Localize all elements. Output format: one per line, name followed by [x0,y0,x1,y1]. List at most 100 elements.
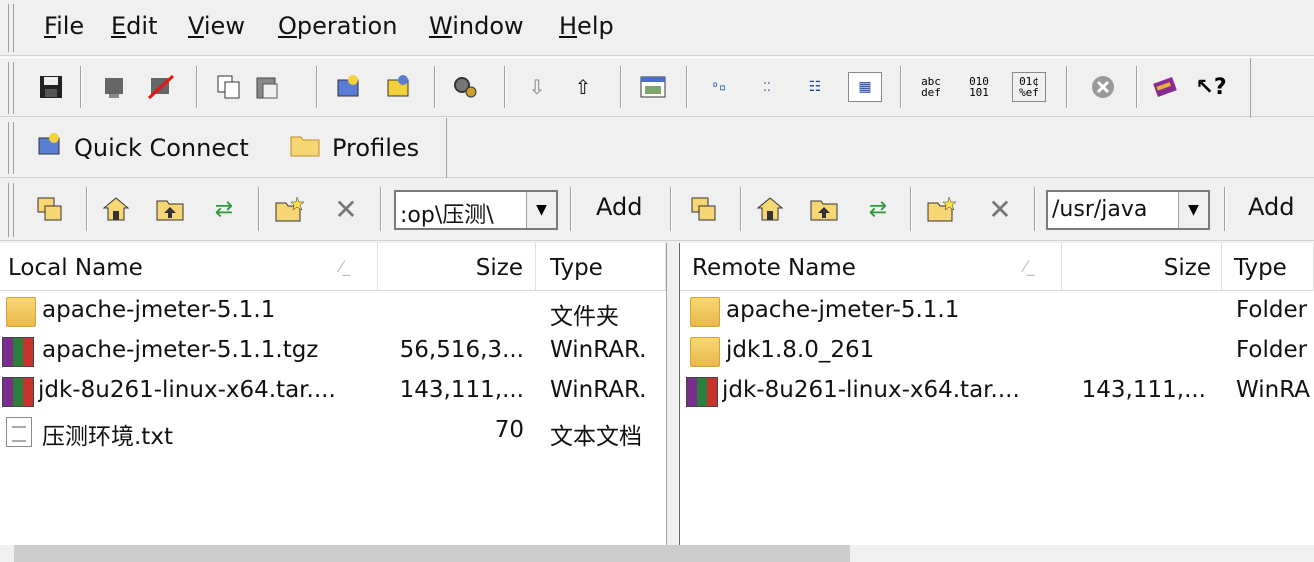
small-icons-view-icon[interactable]: ⁚⁚ [752,72,782,102]
remote-file-type: Folder [1236,297,1308,323]
local-select-folder-icon[interactable] [34,193,66,225]
transfer-upload-icon[interactable] [334,72,364,102]
remote-type-column-header[interactable]: Type [1222,243,1314,291]
arrow-up-icon[interactable]: ⇧ [568,72,598,102]
local-home-icon[interactable] [100,193,132,225]
local-delete-icon[interactable]: ✕ [330,193,362,226]
context-help-icon[interactable]: ↖? [1195,72,1226,102]
toolbar-grip[interactable] [8,122,14,174]
remote-add-button[interactable]: Add [1248,193,1294,221]
remote-file-list[interactable]: Remote Name ⁄_ Size Type apache-jmeter-5… [680,243,1314,545]
menu-view[interactable]: View [188,12,245,40]
remote-new-folder-icon[interactable] [926,193,958,225]
chevron-down-icon[interactable]: ▼ [1178,192,1208,228]
toolbar-separator [670,187,672,231]
menu-operation[interactable]: Operation [278,12,397,40]
local-file-name: 压测环境.txt [42,424,173,450]
profiles-button[interactable]: Profiles [290,130,419,166]
local-file-type: 文本文档 [550,424,642,450]
local-size-column-label: Size [475,255,523,281]
toolbar-separator [1066,66,1068,108]
chevron-down-icon[interactable]: ▼ [526,192,556,228]
sftp-client-window: File Edit View Operation Window Help ⇩ ⇧… [0,0,1314,562]
local-parent-folder-icon[interactable] [154,193,186,225]
local-file-list[interactable]: Local Name ⁄_ Size Type apache-jmeter-5.… [0,243,666,545]
rar-archive-icon [686,377,718,407]
remote-type-column-label: Type [1234,255,1287,281]
toolbar-separator [910,187,912,231]
local-refresh-icon[interactable]: ⇄ [208,193,240,225]
local-row[interactable]: apache-jmeter-5.1.1 文件夹 [0,293,666,333]
arrow-down-icon[interactable]: ⇩ [522,72,552,102]
remote-home-icon[interactable] [754,193,786,225]
local-row[interactable]: apache-jmeter-5.1.1.tgz 56,516,3... WinR… [0,333,666,373]
paste-icon[interactable] [252,72,282,102]
scrollbar-thumb[interactable] [14,545,850,562]
menu-window[interactable]: Window [429,12,524,40]
window-icon[interactable] [638,72,668,102]
local-row[interactable]: jdk-8u261-linux-x64.tar.... 143,111,... … [0,373,666,413]
large-icons-view-icon[interactable]: ᴰ▫ [704,72,734,102]
list-view-icon[interactable]: ☷ [800,72,830,102]
remote-file-type: Folder [1236,337,1308,363]
local-file-size: 70 [494,417,524,443]
quick-connect-button[interactable]: Quick Connect [36,130,249,166]
local-file-type: 文件夹 [550,304,619,330]
remote-row[interactable]: jdk-8u261-linux-x64.tar.... 143,111,... … [680,373,1314,413]
local-type-column-header[interactable]: Type [536,243,666,291]
address-toolbar: ⇄ ✕ :op\压测\ ▼ Add ⇄ ✕ /usr/java ▼ Add [0,179,1314,241]
remote-file-name: apache-jmeter-5.1.1 [726,297,960,323]
save-icon[interactable] [36,72,66,102]
toolbar-separator [1034,187,1036,231]
toolbar-separator [900,66,902,108]
auto-mode-icon[interactable]: 01¢ %ef [1012,72,1046,102]
local-name-column-label: Local Name [8,255,143,281]
remote-name-column-header[interactable]: Remote Name ⁄_ [680,243,1062,291]
remote-file-name: jdk1.8.0_261 [726,337,875,363]
remote-row[interactable]: apache-jmeter-5.1.1 Folder [680,293,1314,333]
connect-toolbar: Quick Connect Profiles [0,118,1314,178]
toolbar-separator [620,66,622,108]
disconnect-red-icon[interactable] [146,72,176,102]
toolbar-separator [434,66,436,108]
toolbar-grip[interactable] [8,183,14,237]
menu-edit[interactable]: Edit [111,12,157,40]
remote-delete-icon[interactable]: ✕ [984,193,1016,226]
menu-file[interactable]: File [44,12,84,40]
toolbar-separator [258,187,260,231]
toolbar-grip[interactable] [8,62,14,114]
local-path-combobox[interactable]: :op\压测\ ▼ [394,190,558,230]
local-file-name: apache-jmeter-5.1.1.tgz [42,337,319,363]
remote-parent-folder-icon[interactable] [808,193,840,225]
remote-select-folder-icon[interactable] [688,193,720,225]
remote-size-column-header[interactable]: Size [1062,243,1222,291]
local-size-column-header[interactable]: Size [378,243,536,291]
remote-name-column-label: Remote Name [692,255,856,281]
remote-refresh-icon[interactable]: ⇄ [862,193,894,225]
toolbar-separator [686,66,688,108]
local-type-column-label: Type [550,255,603,281]
settings-gear-icon[interactable] [450,72,480,102]
local-row[interactable]: 压测环境.txt 70 文本文档 [0,413,666,453]
local-add-button[interactable]: Add [596,193,642,221]
remote-row[interactable]: jdk1.8.0_261 Folder [680,333,1314,373]
quick-connect-icon [36,132,62,164]
details-view-icon[interactable]: ▦ [848,72,882,102]
menu-help[interactable]: Help [559,12,614,40]
remote-path-combobox[interactable]: /usr/java ▼ [1046,190,1210,230]
disconnect-icon[interactable] [100,72,130,102]
ascii-mode-icon[interactable]: abc def [916,72,946,102]
local-list-header: Local Name ⁄_ Size Type [0,243,666,291]
binary-mode-icon[interactable]: 010 101 [964,72,994,102]
about-book-icon[interactable] [1150,72,1180,102]
pane-splitter[interactable] [666,243,680,545]
local-new-folder-icon[interactable] [274,193,306,225]
local-file-type: WinRAR. [550,377,647,403]
stop-icon[interactable] [1088,72,1118,102]
transfer-download-icon[interactable] [384,72,414,102]
menu-bar: File Edit View Operation Window Help [0,0,1314,56]
local-name-column-header[interactable]: Local Name ⁄_ [0,243,378,291]
toolbar-end [446,118,447,178]
menu-grip[interactable] [8,4,14,52]
copy-icon[interactable] [214,72,244,102]
